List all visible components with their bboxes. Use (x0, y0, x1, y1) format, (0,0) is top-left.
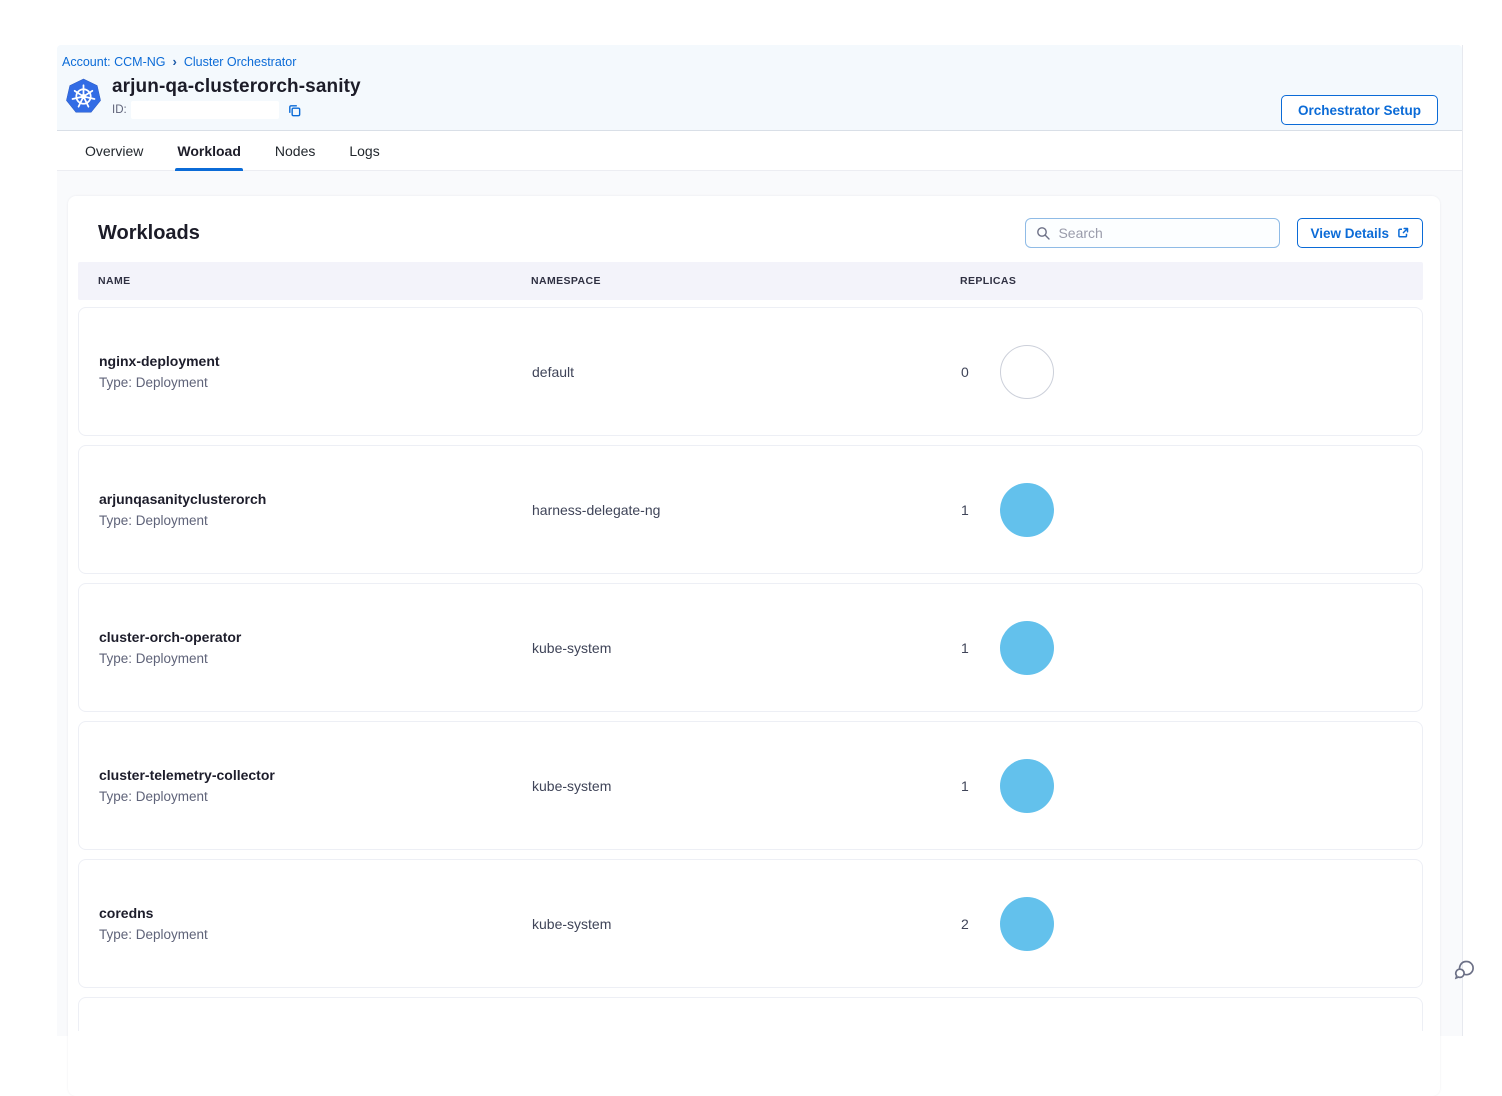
view-details-label: View Details (1310, 226, 1389, 241)
table-row: cluster-orch-operator Type: Deployment k… (78, 583, 1423, 712)
replica-count: 2 (961, 916, 970, 932)
workload-name: arjunqasanityclusterorch (99, 491, 532, 507)
workloads-section-title: Workloads (98, 222, 1025, 245)
tab-logs[interactable]: Logs (347, 131, 381, 170)
table-header-row: NAME NAMESPACE REPLICAS (78, 262, 1423, 300)
workload-type: Type: Deployment (99, 513, 532, 528)
column-header-replicas: REPLICAS (960, 275, 1423, 287)
table-row: nginx-deployment Type: Deployment defaul… (78, 307, 1423, 436)
tab-workload[interactable]: Workload (175, 131, 243, 170)
workload-type: Type: Deployment (99, 651, 532, 666)
replica-count: 1 (961, 502, 970, 518)
workload-type: Type: Deployment (99, 789, 532, 804)
table-row-partial (78, 997, 1423, 1031)
breadcrumb-account-link[interactable]: Account: CCM-NG (62, 55, 166, 69)
replica-status-circle (1000, 345, 1054, 399)
table-row: cluster-telemetry-collector Type: Deploy… (78, 721, 1423, 850)
column-header-namespace: NAMESPACE (531, 275, 960, 287)
page-right-gutter (1462, 45, 1502, 1036)
workload-type: Type: Deployment (99, 375, 532, 390)
workload-namespace: kube-system (532, 916, 961, 932)
workload-namespace: default (532, 364, 961, 380)
replica-status-circle (1000, 759, 1054, 813)
workload-namespace: kube-system (532, 640, 961, 656)
view-details-button[interactable]: View Details (1297, 218, 1423, 248)
workloads-search (1025, 218, 1280, 248)
breadcrumb-cluster-orchestrator-link[interactable]: Cluster Orchestrator (184, 55, 297, 69)
replica-count: 1 (961, 778, 970, 794)
workload-name: cluster-telemetry-collector (99, 767, 532, 783)
chat-support-icon[interactable] (1450, 955, 1480, 985)
cluster-id-value-redacted (131, 101, 279, 119)
table-row: coredns Type: Deployment kube-system 2 (78, 859, 1423, 988)
replica-status-circle (1000, 897, 1054, 951)
external-link-icon (1396, 226, 1410, 240)
breadcrumb: Account: CCM-NG › Cluster Orchestrator (62, 54, 1438, 69)
replica-count: 0 (961, 364, 970, 380)
table-row: arjunqasanityclusterorch Type: Deploymen… (78, 445, 1423, 574)
tab-bar: Overview Workload Nodes Logs (57, 131, 1462, 171)
workload-namespace: kube-system (532, 778, 961, 794)
workload-name: coredns (99, 905, 532, 921)
workloads-table: NAME NAMESPACE REPLICAS nginx-deployment… (78, 262, 1423, 1031)
breadcrumb-separator-icon: › (173, 54, 177, 69)
page-header: Account: CCM-NG › Cluster Orchestrator a… (57, 45, 1462, 131)
workload-name: nginx-deployment (99, 353, 532, 369)
tab-overview[interactable]: Overview (83, 131, 145, 170)
copy-icon[interactable] (287, 103, 302, 118)
replica-status-circle (1000, 621, 1054, 675)
page-title: arjun-qa-clusterorch-sanity (112, 76, 1281, 98)
cluster-id-label: ID: (112, 104, 127, 116)
search-input[interactable] (1058, 225, 1269, 241)
column-header-name: NAME (98, 275, 531, 287)
workload-type: Type: Deployment (99, 927, 532, 942)
replica-count: 1 (961, 640, 970, 656)
workloads-card: Workloads View Details NAME NAMESPACE (68, 196, 1440, 1096)
workload-tab-content: Workloads View Details NAME NAMESPACE (57, 171, 1462, 1036)
tab-nodes[interactable]: Nodes (273, 131, 317, 170)
search-icon (1036, 226, 1050, 240)
workload-name: cluster-orch-operator (99, 629, 532, 645)
replica-status-circle (1000, 483, 1054, 537)
kubernetes-icon (65, 78, 102, 115)
orchestrator-setup-button[interactable]: Orchestrator Setup (1281, 95, 1438, 125)
workload-namespace: harness-delegate-ng (532, 502, 961, 518)
